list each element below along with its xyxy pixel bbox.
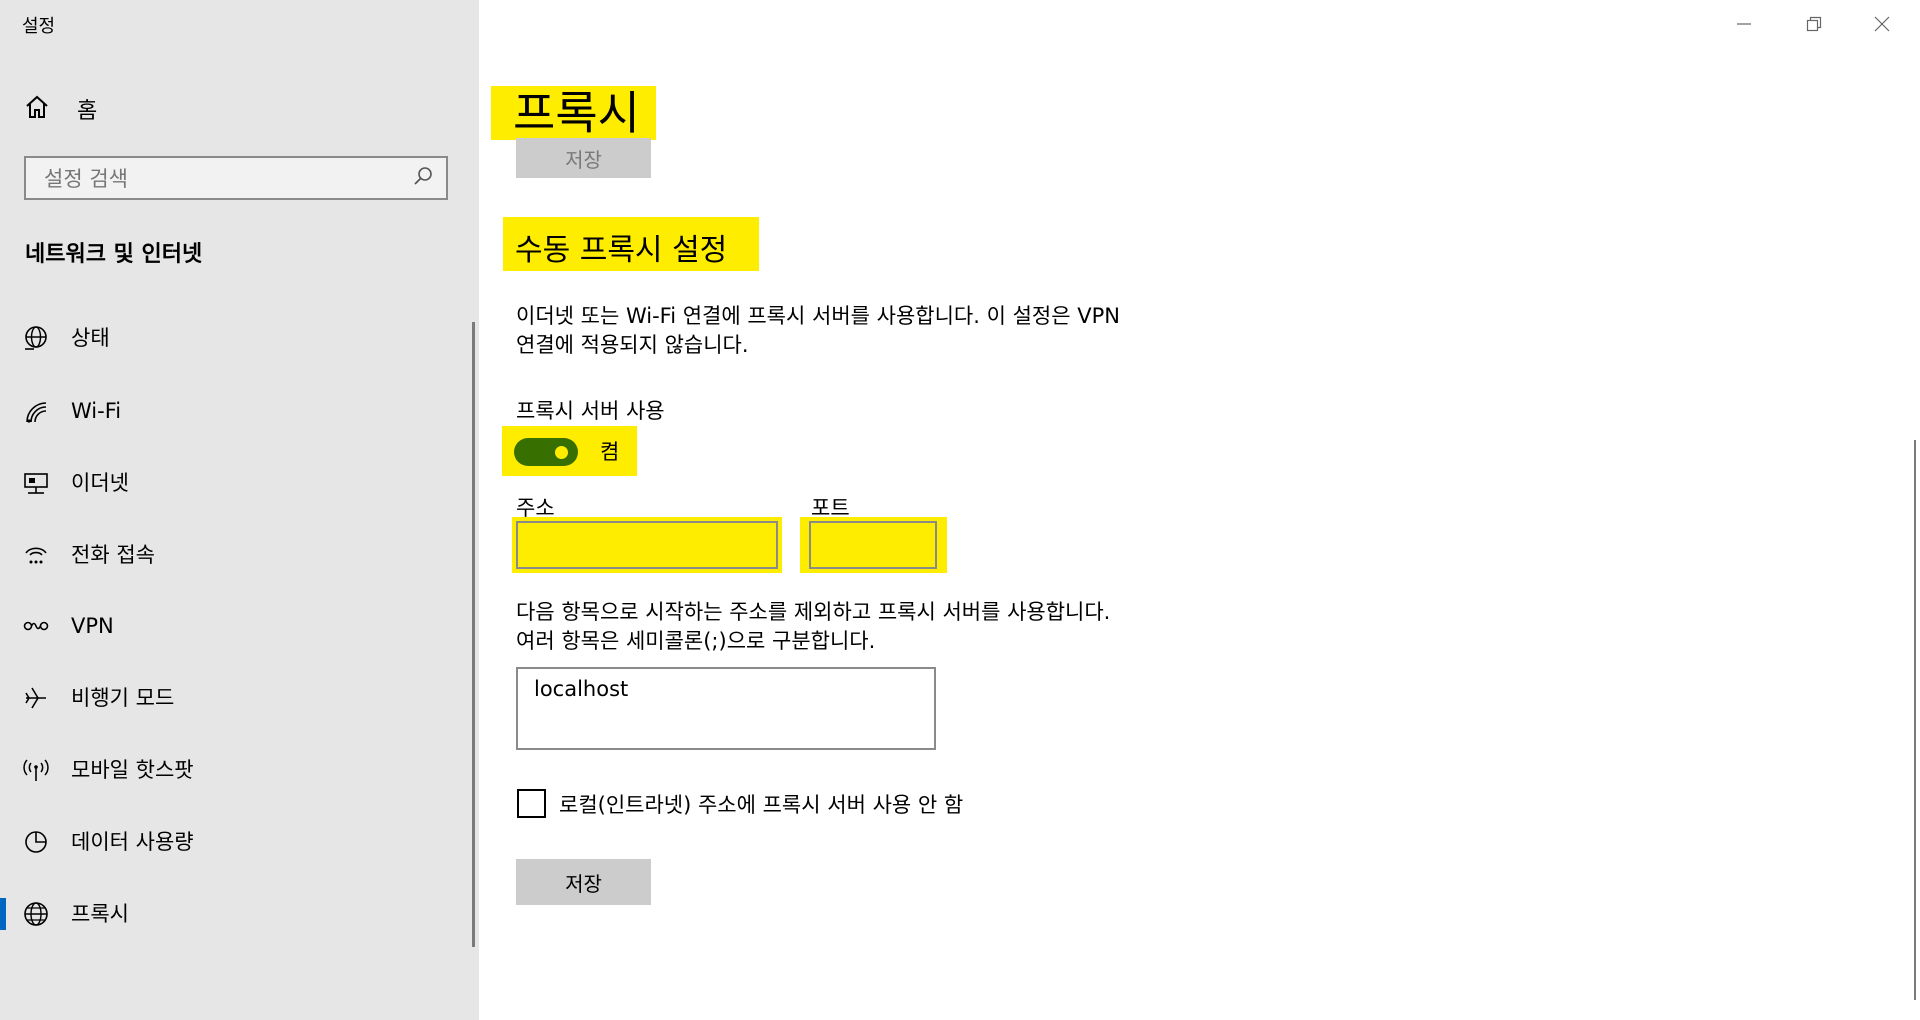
exclusion-description-line2: 여러 항목은 세미콜론(;)으로 구분합니다. [516,629,876,653]
sidebar-item-label: 데이터 사용량 [71,830,194,854]
use-proxy-label: 프록시 서버 사용 [516,399,665,423]
proxy-toggle[interactable] [514,438,578,466]
page-title-highlight: 프록시 [491,86,656,140]
sidebar-item-wifi[interactable]: Wi-Fi [0,384,472,438]
restore-icon [1806,16,1822,36]
sidebar-item-label: VPN [71,614,114,638]
sidebar-item-data-usage[interactable]: 데이터 사용량 [0,814,472,868]
manual-description-line2: 연결에 적용되지 않습니다. [516,333,749,357]
sidebar-item-proxy[interactable]: 프록시 [0,886,472,940]
home-icon [24,94,50,124]
sidebar-item-status[interactable]: 상태 [0,310,472,364]
toggle-state-label: 켬 [600,440,620,464]
data-usage-icon [22,828,50,856]
manual-section-highlight: 수동 프록시 설정 [503,217,759,271]
toggle-knob [555,446,568,459]
exclusion-textarea[interactable]: localhost [516,667,936,750]
sidebar-item-airplane[interactable]: 비행기 모드 [0,670,472,724]
search-icon[interactable] [412,165,434,191]
bypass-local-label: 로컬(인트라넷) 주소에 프록시 서버 사용 안 함 [559,793,964,817]
airplane-icon [22,684,50,712]
sidebar-item-label: 비행기 모드 [71,686,175,710]
port-highlight [800,517,947,573]
exclusion-description-line1: 다음 항목으로 시작하는 주소를 제외하고 프록시 서버를 사용합니다. [516,600,1111,624]
dialup-icon [22,541,50,569]
sidebar-item-label: 전화 접속 [71,543,155,567]
sidebar-item-dialup[interactable]: 전화 접속 [0,527,472,581]
sidebar-item-label: 모바일 핫스팟 [71,758,194,782]
sidebar-item-hotspot[interactable]: 모바일 핫스팟 [0,742,472,796]
main-scrollbar[interactable] [1914,440,1916,1000]
manual-description-line1: 이더넷 또는 Wi-Fi 연결에 프록시 서버를 사용합니다. 이 설정은 VP… [516,304,1120,328]
sidebar-item-label: 프록시 [71,902,129,926]
hotspot-icon [22,756,50,784]
save-button[interactable]: 저장 [516,859,651,905]
port-input[interactable] [809,521,937,569]
search-input[interactable]: 설정 검색 [24,156,448,200]
proxy-toggle-highlight: 켬 [502,426,637,476]
close-icon [1874,16,1890,36]
sidebar-home[interactable]: 홈 [24,92,97,126]
manual-section-title: 수동 프록시 설정 [515,233,728,268]
address-highlight [512,517,782,573]
vpn-icon [22,613,50,641]
sidebar-home-label: 홈 [77,99,98,124]
address-input[interactable] [516,521,778,569]
minimize-icon [1736,16,1752,36]
sidebar-item-label: Wi-Fi [71,399,122,423]
save-button-top[interactable]: 저장 [516,138,651,178]
sidebar-scrollbar[interactable] [472,322,475,947]
globe-icon [22,900,50,928]
sidebar-item-ethernet[interactable]: 이더넷 [0,455,472,509]
page-title: 프록시 [513,86,640,140]
ethernet-icon [22,469,50,497]
close-button[interactable] [1862,14,1902,38]
app-title: 설정 [22,16,56,37]
sidebar-item-vpn[interactable]: VPN [0,599,472,653]
search-placeholder: 설정 검색 [44,167,128,191]
globe-status-icon [22,324,50,352]
sidebar-item-label: 이더넷 [71,471,129,495]
sidebar: 설정 홈 설정 검색 네트워크 및 인터넷 상태 Wi-Fi 이더넷 전화 접속… [0,0,479,1020]
sidebar-item-label: 상태 [71,326,110,350]
minimize-button[interactable] [1724,14,1764,38]
bypass-local-checkbox[interactable] [517,789,546,818]
restore-button[interactable] [1794,14,1834,38]
wifi-icon [22,398,50,426]
sidebar-section-title: 네트워크 및 인터넷 [25,242,203,267]
